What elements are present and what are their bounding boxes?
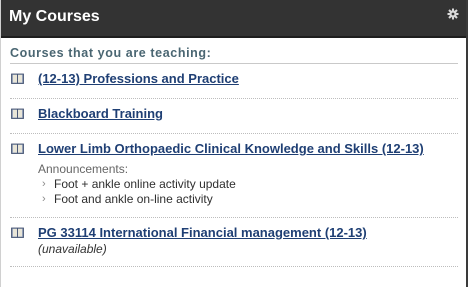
book-icon [11, 73, 24, 84]
book-icon [11, 227, 24, 238]
book-icon [11, 143, 24, 154]
course-status: (unavailable) [38, 242, 107, 256]
announcement-text: Foot and ankle on-line activity [54, 192, 213, 206]
course-item: Lower Limb Orthopaedic Clinical Knowledg… [10, 134, 458, 218]
panel-title: My Courses [9, 8, 100, 25]
course-link[interactable]: Lower Limb Orthopaedic Clinical Knowledg… [38, 140, 424, 157]
announcement-text: Foot + ankle online activity update [54, 177, 236, 191]
course-item: Blackboard Training [10, 99, 458, 134]
course-link[interactable]: Blackboard Training [38, 105, 163, 122]
course-link[interactable]: PG 33114 International Financial managem… [38, 224, 367, 241]
announcement-item[interactable]: › Foot + ankle online activity update [38, 177, 448, 192]
announcement-item[interactable]: › Foot and ankle on-line activity [38, 192, 448, 207]
gear-icon[interactable] [447, 8, 459, 20]
course-link[interactable]: (12-13) Professions and Practice [38, 70, 239, 87]
panel-header: My Courses [1, 0, 466, 38]
announcements-label: Announcements: [38, 162, 129, 176]
my-courses-panel: My Courses Courses that you are teaching… [0, 0, 468, 287]
course-item: (12-13) Professions and Practice [10, 64, 458, 99]
book-icon [11, 108, 24, 119]
course-item: PG 33114 International Financial managem… [10, 218, 458, 267]
chevron-right-icon: › [42, 178, 46, 190]
section-label-teaching: Courses that you are teaching: [10, 46, 458, 64]
announcements-list: › Foot + ankle online activity update › … [38, 177, 448, 207]
chevron-right-icon: › [42, 193, 46, 205]
